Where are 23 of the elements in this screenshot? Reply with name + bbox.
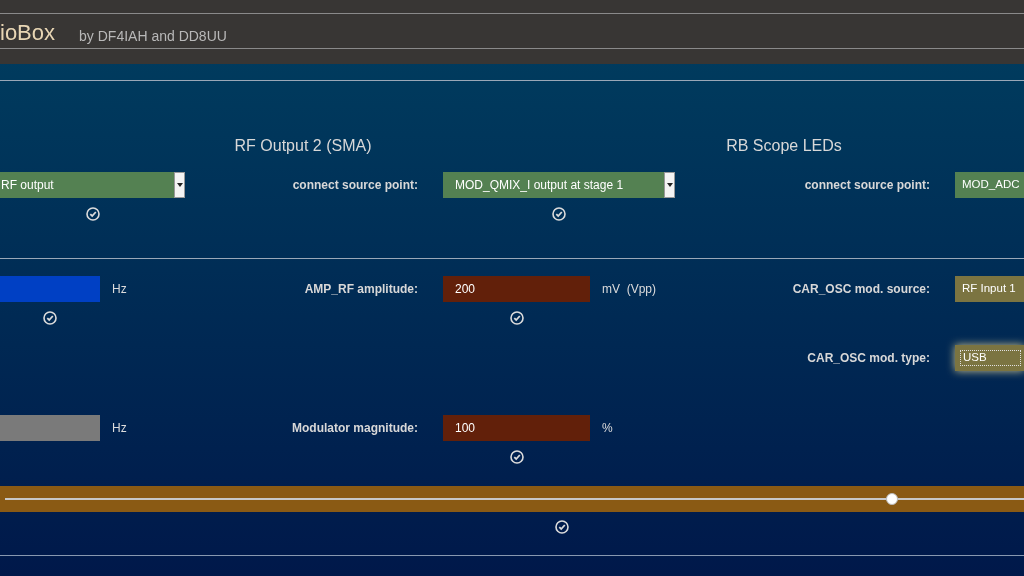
dropdown-select[interactable]: MOD_ADC [955,172,1024,198]
field-label: AMP_RF amplitude: [304,281,418,298]
section-heading: RF Output 2 (SMA) [234,137,372,155]
field-label: Modulator magnitude: [292,420,418,437]
dropdown-select[interactable]: RF Input 1 [955,276,1024,302]
input-field[interactable]: 200 [443,276,590,302]
field-label: CAR_OSC mod. source: [792,281,930,298]
unit-label: Hz [112,281,127,298]
slider-thumb[interactable] [885,493,898,505]
dropdown-select[interactable]: MOD_QMIX_I output at stage 1 [443,172,675,198]
field-label: connect source point: [804,177,930,194]
field-label: connect source point: [292,177,418,194]
field-label: CAR_OSC mod. type: [807,350,930,367]
slider[interactable] [0,486,1024,512]
dropdown-select[interactable]: USB [955,345,1024,371]
unit-label: % [602,420,613,437]
unit-label: Hz [112,420,127,437]
input-field[interactable]: 100 [443,415,590,441]
unit-label: mV (Vpp) [602,281,656,298]
section-heading: RB Scope LEDs [726,137,842,155]
app-title: ioBox [0,20,56,46]
dropdown-select[interactable]: RF output [0,172,185,198]
app-subtitle: by DF4IAH and DD8UU [79,27,227,46]
